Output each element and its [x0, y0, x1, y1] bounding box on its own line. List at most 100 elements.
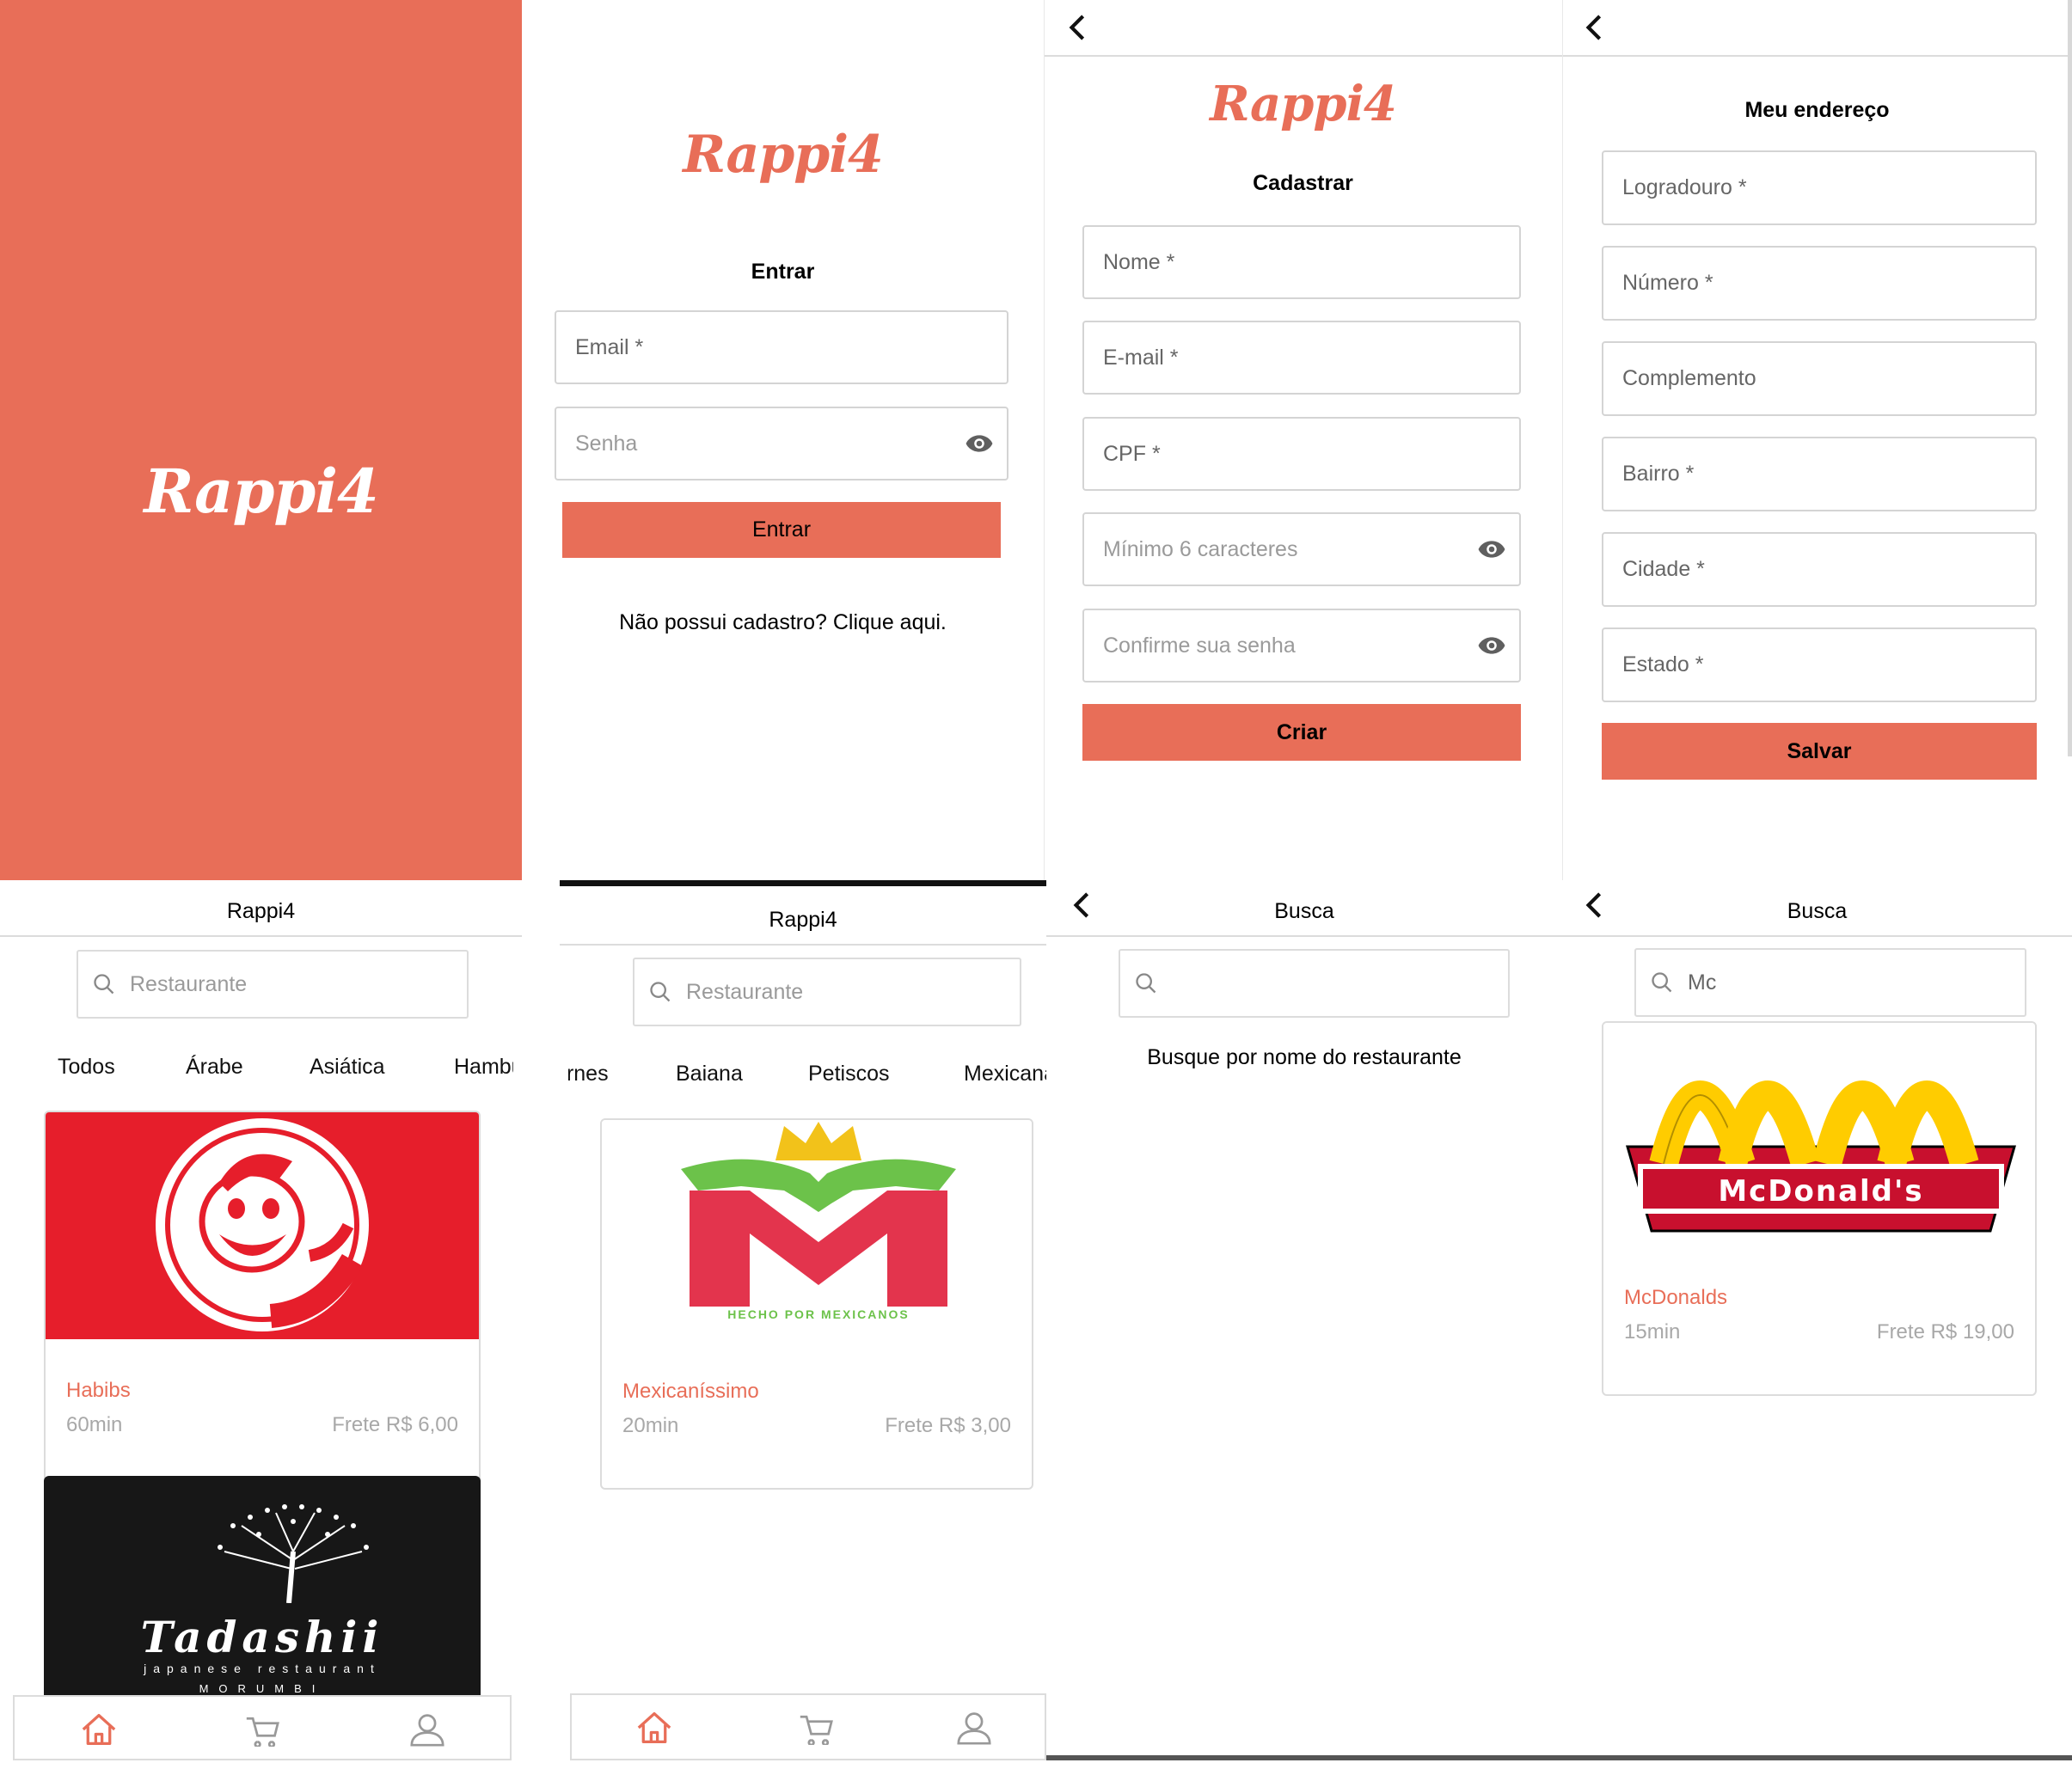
restaurant-name: Habibs: [66, 1379, 131, 1402]
search-placeholder: Restaurante: [686, 979, 804, 1004]
city-label: Cidade *: [1622, 557, 1705, 581]
header-divider: [560, 944, 1046, 946]
search-icon: [650, 982, 671, 1002]
signup-password-field[interactable]: Mínimo 6 caracteres: [1082, 512, 1521, 586]
cart-icon[interactable]: [243, 1712, 281, 1747]
profile-icon[interactable]: [408, 1712, 446, 1747]
show-confirm-password-eye-icon[interactable]: [1476, 636, 1507, 655]
category-tab-todos[interactable]: Todos: [58, 1055, 115, 1080]
save-address-button[interactable]: Salvar: [1602, 723, 2037, 780]
restaurant-time: 15min: [1624, 1320, 1681, 1344]
restaurant-card[interactable]: HECHO POR MEXICANOS Mexicaníssimo 20min …: [600, 1118, 1033, 1490]
header-divider: [1562, 55, 2072, 57]
habibs-logo-icon: [156, 1118, 369, 1331]
name-label: Nome *: [1103, 249, 1175, 274]
tadashii-logo-location: MORUMBI: [199, 1682, 326, 1695]
confirm-password-field[interactable]: Confirme sua senha: [1082, 609, 1521, 683]
tadashii-logo-subtitle: japanese restaurant: [144, 1662, 381, 1675]
mcdonalds-logo: McDonald's: [1603, 1023, 2035, 1253]
search-screen: Busca Busque por nome do restaurante: [1046, 880, 1562, 1769]
login-heading: Entrar: [751, 260, 815, 284]
category-tab-hamburguer[interactable]: Hamburguer: [454, 1055, 513, 1080]
name-field[interactable]: Nome *: [1082, 225, 1521, 299]
restaurant-fee: Frete R$ 6,00: [332, 1413, 458, 1436]
street-field[interactable]: Logradouro *: [1602, 150, 2037, 225]
login-screen: Rappi4 Entrar Email * Senha Entrar Não p…: [522, 0, 1044, 880]
category-tab-mexicana[interactable]: Mexicana: [964, 1062, 1046, 1086]
signup-link[interactable]: Não possui cadastro? Clique aqui.: [522, 610, 1044, 635]
search-icon: [1136, 973, 1156, 994]
tadashii-logo: Tadashii japanese restaurant MORUMBI: [44, 1476, 481, 1717]
complement-field[interactable]: Complemento: [1602, 341, 2037, 416]
restaurant-search-input[interactable]: Restaurante: [77, 950, 469, 1019]
category-tab-baiana[interactable]: Baiana: [676, 1062, 743, 1086]
signup-email-label: E-mail *: [1103, 345, 1179, 370]
address-screen: Meu endereço Logradouro * Número * Compl…: [1562, 0, 2072, 880]
login-logo: Rappi4: [683, 125, 884, 185]
habibs-logo: [46, 1112, 479, 1339]
signup-email-field[interactable]: E-mail *: [1082, 321, 1521, 395]
signup-heading: Cadastrar: [1253, 171, 1353, 195]
splash-screen: Rappi4: [0, 0, 522, 880]
confirm-password-placeholder: Confirme sua senha: [1103, 633, 1296, 658]
restaurant-name: McDonalds: [1624, 1286, 1728, 1309]
category-tab-arabe[interactable]: Árabe: [186, 1055, 243, 1080]
panel-divider: [1044, 0, 1045, 880]
restaurant-search-input[interactable]: Restaurante: [633, 958, 1021, 1026]
home-icon[interactable]: [80, 1712, 118, 1747]
category-tab-carnes[interactable]: Carnes: [568, 1062, 609, 1086]
search-placeholder: Restaurante: [130, 971, 248, 996]
home-icon[interactable]: [635, 1711, 673, 1745]
district-field[interactable]: Bairro *: [1602, 437, 2037, 511]
search-hint: Busque por nome do restaurante: [1147, 1045, 1462, 1069]
restaurant-fee: Frete R$ 19,00: [1876, 1320, 2014, 1344]
search-value: Mc: [1688, 970, 1717, 995]
login-button[interactable]: Entrar: [562, 502, 1001, 558]
state-label: Estado *: [1622, 652, 1704, 676]
header-divider: [0, 935, 522, 937]
create-account-button[interactable]: Criar: [1082, 704, 1521, 761]
scrollbar[interactable]: [2068, 0, 2072, 756]
address-heading: Meu endereço: [1744, 98, 1890, 122]
search-header-title: Busca: [1274, 899, 1334, 923]
cpf-label: CPF *: [1103, 441, 1161, 466]
restaurant-search-input[interactable]: Mc: [1634, 948, 2026, 1017]
restaurant-search-input[interactable]: [1119, 949, 1510, 1018]
back-arrow-icon[interactable]: [1068, 15, 1088, 40]
profile-icon[interactable]: [955, 1711, 993, 1745]
restaurant-card[interactable]: Habibs 60min Frete R$ 6,00: [44, 1111, 481, 1484]
mcdonalds-logo-icon: [1626, 1080, 2016, 1233]
email-field[interactable]: Email *: [555, 310, 1008, 384]
feed-header-title: Rappi4: [769, 908, 837, 932]
mcdonalds-logo-text: McDonald's: [1718, 1174, 1924, 1209]
feed-screen-scrolled: Rappi4 Restaurante Carnes Baiana Petisco…: [560, 880, 1046, 1769]
category-tab-asiatica[interactable]: Asiática: [310, 1055, 385, 1080]
header-divider: [1046, 935, 1562, 937]
header-divider: [1044, 55, 1562, 57]
signup-screen: Rappi4 Cadastrar Nome * E-mail * CPF * M…: [1044, 0, 1562, 880]
complement-label: Complemento: [1622, 366, 1756, 390]
tree-icon: [218, 1504, 369, 1603]
top-edge-bar: [560, 880, 1046, 886]
number-field[interactable]: Número *: [1602, 246, 2037, 321]
district-label: Bairro *: [1622, 462, 1695, 486]
panel-divider: [1562, 0, 1563, 880]
feed-header-title: Rappi4: [226, 899, 296, 923]
cpf-field[interactable]: CPF *: [1082, 417, 1521, 491]
restaurant-card[interactable]: McDonald's McDonalds 15min Frete R$ 19,0…: [1602, 1021, 2037, 1396]
show-password-eye-icon[interactable]: [1476, 540, 1507, 559]
password-field[interactable]: Senha: [555, 407, 1008, 481]
category-tabs: Carnes Baiana Petiscos Mexicana: [568, 1062, 1046, 1091]
state-field[interactable]: Estado *: [1602, 627, 2037, 702]
signup-password-placeholder: Mínimo 6 caracteres: [1103, 536, 1298, 561]
back-arrow-icon[interactable]: [1585, 15, 1605, 40]
signup-logo: Rappi4: [1210, 76, 1397, 132]
restaurant-fee: Frete R$ 3,00: [885, 1414, 1011, 1437]
search-header-title: Busca: [1787, 899, 1848, 923]
city-field[interactable]: Cidade *: [1602, 532, 2037, 607]
category-tab-petiscos[interactable]: Petiscos: [808, 1062, 889, 1086]
restaurant-card[interactable]: Tadashii japanese restaurant MORUMBI: [44, 1476, 481, 1717]
number-label: Número *: [1622, 271, 1713, 295]
cart-icon[interactable]: [797, 1711, 835, 1745]
show-password-eye-icon[interactable]: [964, 434, 995, 453]
